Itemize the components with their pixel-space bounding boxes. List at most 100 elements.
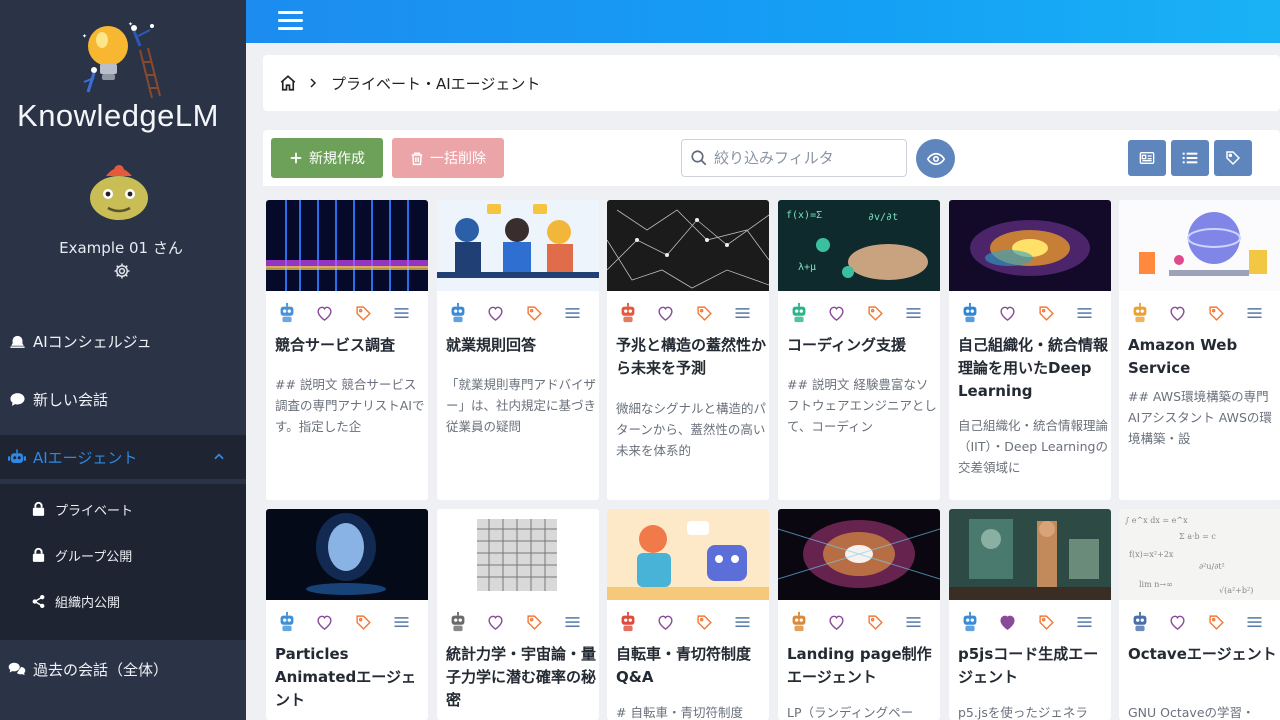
robot-icon bbox=[8, 448, 26, 466]
card-menu-icon[interactable] bbox=[390, 611, 412, 633]
sidebar-item-label: 過去の会話（全体） bbox=[33, 660, 169, 679]
favorite-heart-icon[interactable] bbox=[1166, 611, 1188, 633]
id-card-icon bbox=[1139, 152, 1155, 164]
agent-card[interactable]: 自己組織化・統合情報理論を用いたDeep Learning 自己組織化・統合情報理… bbox=[949, 200, 1111, 500]
card-menu-icon[interactable] bbox=[902, 611, 924, 633]
tag-icon[interactable] bbox=[352, 302, 374, 324]
settings-gear-icon[interactable] bbox=[113, 262, 131, 280]
card-menu-icon[interactable] bbox=[1073, 611, 1095, 633]
favorite-heart-icon[interactable] bbox=[654, 611, 676, 633]
card-menu-icon[interactable] bbox=[902, 302, 924, 324]
bell-icon bbox=[8, 332, 26, 350]
agent-thumbnail-image bbox=[437, 200, 599, 291]
agent-card[interactable]: p5jsコード生成エージェント p5.jsを使ったジェネラ bbox=[949, 509, 1111, 720]
card-menu-icon[interactable] bbox=[561, 611, 583, 633]
agent-thumbnail-image bbox=[949, 200, 1111, 291]
card-menu-icon[interactable] bbox=[561, 302, 583, 324]
sidebar-item-ai-agent[interactable]: AIエージェント bbox=[0, 435, 246, 479]
card-menu-icon[interactable] bbox=[731, 302, 753, 324]
agent-card[interactable]: 就業規則回答 「就業規則専門アドバイザー」は、社内規定に基づき従業員の疑問 bbox=[437, 200, 599, 500]
share-icon bbox=[30, 593, 46, 609]
agent-card-title: Octaveエージェント bbox=[1128, 645, 1277, 663]
card-view-button[interactable] bbox=[1128, 140, 1166, 176]
sidebar-item-label: AIエージェント bbox=[33, 448, 138, 467]
agent-card[interactable]: 競合サービス調査 ## 説明文 競合サービス調査の専門アナリストAIです。指定した… bbox=[266, 200, 428, 500]
tag-icon[interactable] bbox=[864, 611, 886, 633]
agent-card[interactable]: Landing page制作エージェント LP（ランディングペー bbox=[778, 509, 940, 720]
favorite-heart-icon[interactable] bbox=[825, 611, 847, 633]
favorite-heart-icon[interactable] bbox=[313, 611, 335, 633]
tag-icon[interactable] bbox=[1205, 302, 1227, 324]
bulk-delete-button[interactable]: 一括削除 bbox=[392, 138, 504, 178]
favorite-heart-icon[interactable] bbox=[484, 302, 506, 324]
chat-bubble-icon bbox=[8, 390, 26, 408]
tag-icon[interactable] bbox=[1035, 302, 1057, 324]
list-icon bbox=[1182, 152, 1198, 164]
sidebar-item-history[interactable]: 過去の会話（全体） bbox=[0, 647, 246, 691]
top-bar bbox=[246, 0, 1280, 43]
tag-icon[interactable] bbox=[693, 611, 715, 633]
favorite-heart-icon[interactable] bbox=[654, 302, 676, 324]
card-menu-icon[interactable] bbox=[1073, 302, 1095, 324]
lightbulb-logo-icon: ✦ ✦ bbox=[82, 21, 161, 99]
list-view-button[interactable] bbox=[1171, 140, 1209, 176]
tag-icon[interactable] bbox=[523, 302, 545, 324]
tag-icon[interactable] bbox=[693, 302, 715, 324]
favorite-heart-icon[interactable] bbox=[313, 302, 335, 324]
agent-thumbnail-image bbox=[437, 509, 599, 600]
card-menu-icon[interactable] bbox=[1243, 611, 1265, 633]
hamburger-menu-icon[interactable] bbox=[278, 11, 303, 31]
agent-robot-icon bbox=[447, 611, 469, 633]
sidebar-item-new-chat[interactable]: 新しい会話 bbox=[0, 377, 246, 421]
tag-icon[interactable] bbox=[864, 302, 886, 324]
tag-icon bbox=[1226, 151, 1241, 166]
favorite-heart-icon[interactable] bbox=[825, 302, 847, 324]
user-avatar[interactable] bbox=[88, 162, 150, 224]
trash-icon bbox=[410, 151, 424, 166]
agent-card-description: LP（ランディングペー bbox=[787, 705, 914, 720]
filter-field[interactable] bbox=[681, 139, 907, 177]
agent-card[interactable]: Amazon Web Service ## AWS環境構築の専門AIアシスタント … bbox=[1119, 200, 1280, 500]
card-menu-icon[interactable] bbox=[390, 302, 412, 324]
agent-card[interactable]: 予兆と構造の蓋然性から未来を予測 微細なシグナルと構造的パターンから、蓋然性の高い… bbox=[607, 200, 769, 500]
svg-text:✦: ✦ bbox=[128, 21, 133, 28]
submenu-item-private[interactable]: プライベート bbox=[30, 494, 133, 524]
agent-card-title: コーディング支援 bbox=[787, 336, 906, 354]
new-agent-label: 新規作成 bbox=[309, 151, 365, 167]
visibility-toggle-button[interactable] bbox=[916, 139, 955, 178]
favorite-heart-icon[interactable] bbox=[996, 611, 1018, 633]
favorite-heart-icon[interactable] bbox=[484, 611, 506, 633]
filter-input[interactable] bbox=[714, 149, 894, 167]
agent-card-title: 統計力学・宇宙論・量子力学に潜む確率の秘密 bbox=[446, 645, 597, 709]
chevron-up-icon[interactable] bbox=[212, 450, 226, 464]
svg-text:∫ e^x dx = e^x: ∫ e^x dx = e^x bbox=[1125, 516, 1188, 525]
sidebar-item-concierge[interactable]: AIコンシェルジュ bbox=[0, 319, 246, 363]
agent-robot-icon bbox=[617, 302, 639, 324]
agent-card-description: ## 説明文 経験豊富なソフトウェアエンジニアとして、コーディン bbox=[787, 377, 937, 434]
favorite-heart-icon[interactable] bbox=[996, 302, 1018, 324]
svg-text:f(x)=Σ: f(x)=Σ bbox=[786, 210, 822, 221]
tag-icon[interactable] bbox=[1205, 611, 1227, 633]
tag-icon[interactable] bbox=[523, 611, 545, 633]
card-menu-icon[interactable] bbox=[1243, 302, 1265, 324]
agent-card-description: 「就業規則専門アドバイザー」は、社内規定に基づき従業員の疑問 bbox=[446, 377, 597, 434]
agent-card[interactable]: 統計力学・宇宙論・量子力学に潜む確率の秘密 bbox=[437, 509, 599, 720]
new-agent-button[interactable]: 新規作成 bbox=[271, 138, 383, 178]
tag-icon[interactable] bbox=[1035, 611, 1057, 633]
submenu-item-label: グループ公開 bbox=[55, 549, 133, 565]
app-logo[interactable]: ✦ ✦ KnowledgeLM bbox=[0, 18, 246, 133]
home-icon[interactable] bbox=[279, 74, 297, 92]
agent-card[interactable]: 自転車・青切符制度 Q&A # 自転車・青切符制度 bbox=[607, 509, 769, 720]
submenu-item-org[interactable]: 組織内公開 bbox=[30, 586, 120, 616]
svg-text:λ+μ: λ+μ bbox=[798, 262, 816, 273]
agent-card-title: 自転車・青切符制度 Q&A bbox=[616, 645, 752, 686]
tag-icon[interactable] bbox=[352, 611, 374, 633]
favorite-heart-icon[interactable] bbox=[1166, 302, 1188, 324]
submenu-item-group[interactable]: グループ公開 bbox=[30, 540, 132, 570]
tag-view-button[interactable] bbox=[1214, 140, 1252, 176]
agent-card[interactable]: f(x)=Σ ∂v/∂t λ+μ コーディング支援 ## 説明文 経験豊富なソフトウェア… bbox=[778, 200, 940, 500]
sidebar: ✦ ✦ KnowledgeLM Example 01 さん AIコンシェルジュ … bbox=[0, 0, 246, 720]
card-menu-icon[interactable] bbox=[731, 611, 753, 633]
agent-card[interactable]: ∫ e^x dx = e^x Σ a·b = c f(x)=x²+2x ∂²u/∂t²… bbox=[1119, 509, 1280, 720]
agent-card[interactable]: Particles Animatedエージェント bbox=[266, 509, 428, 720]
